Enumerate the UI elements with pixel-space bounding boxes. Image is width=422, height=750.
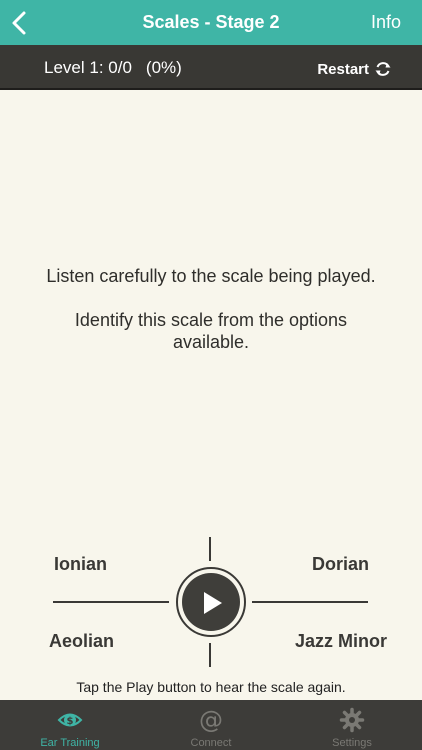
tab-ear-training[interactable]: $ Ear Training (0, 700, 140, 750)
restart-label: Restart (317, 60, 369, 78)
option-ionian[interactable]: Ionian (54, 554, 107, 575)
tab-label: Ear Training (40, 737, 100, 749)
svg-text:$: $ (67, 716, 74, 727)
tab-bar: $ Ear Training @ Connect Settings (0, 700, 422, 750)
info-button[interactable]: Info (371, 12, 401, 33)
svg-text:@: @ (199, 707, 223, 733)
option-dorian[interactable]: Dorian (312, 554, 369, 575)
tab-label: Connect (190, 737, 232, 749)
refresh-icon (375, 62, 391, 76)
option-aeolian[interactable]: Aeolian (49, 631, 114, 652)
instructions: Listen carefully to the scale being play… (40, 265, 382, 375)
status-bar: Level 1: 0/0 (0%) Restart (0, 45, 422, 90)
play-button[interactable] (176, 567, 246, 637)
level-progress: Level 1: 0/0 (0%) (44, 58, 182, 78)
navigation-bar: Scales - Stage 2 Info (0, 0, 422, 45)
page-title: Scales - Stage 2 (142, 12, 280, 32)
divider-bottom (209, 643, 211, 667)
tab-connect[interactable]: @ Connect (141, 700, 281, 750)
restart-button[interactable]: Restart (317, 60, 392, 78)
play-hint: Tap the Play button to hear the scale ag… (76, 679, 346, 695)
tab-label: Settings (332, 737, 372, 749)
divider-right (252, 601, 368, 603)
instruction-identify: Identify this scale from the options ava… (74, 310, 348, 352)
gear-icon (339, 707, 365, 733)
level-label: Level 1: 0/0 (44, 58, 132, 77)
ear-training-icon: $ (57, 713, 83, 727)
play-icon (204, 592, 222, 614)
divider-top (209, 537, 211, 561)
divider-left (53, 601, 169, 603)
percent-label: (0%) (145, 58, 182, 77)
tab-settings[interactable]: Settings (282, 700, 422, 750)
instruction-listen: Listen carefully to the scale being play… (46, 266, 376, 286)
option-jazz-minor[interactable]: Jazz Minor (295, 631, 387, 652)
at-sign-icon: @ (199, 707, 223, 733)
